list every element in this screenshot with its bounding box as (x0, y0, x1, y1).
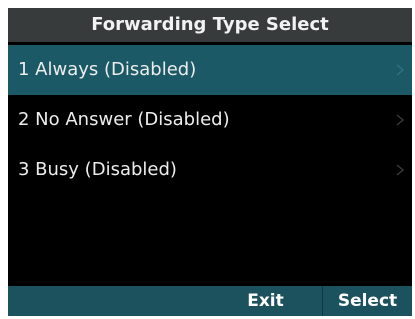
menu-item-always[interactable]: 1 Always (Disabled) (8, 45, 412, 95)
forwarding-type-list: 1 Always (Disabled) 2 No Answer (Disable… (8, 45, 412, 285)
menu-item-label: 2 No Answer (Disabled) (18, 109, 230, 130)
display: Forwarding Type Select 1 Always (Disable… (8, 8, 412, 316)
exit-button[interactable]: Exit (209, 286, 322, 316)
menu-item-label: 3 Busy (Disabled) (18, 159, 177, 180)
chevron-right-icon (396, 64, 405, 76)
softkey-2[interactable] (109, 286, 209, 316)
softkey-bar: Exit Select (8, 286, 412, 316)
chevron-right-icon (396, 114, 405, 126)
menu-item-label: 1 Always (Disabled) (18, 59, 197, 80)
page-title: Forwarding Type Select (8, 8, 412, 42)
chevron-right-icon (396, 164, 405, 176)
select-button[interactable]: Select (323, 286, 412, 316)
menu-item-no-answer[interactable]: 2 No Answer (Disabled) (8, 95, 412, 145)
softkey-1[interactable] (8, 286, 109, 316)
menu-item-busy[interactable]: 3 Busy (Disabled) (8, 145, 412, 195)
phone-screen: Forwarding Type Select 1 Always (Disable… (0, 0, 415, 319)
